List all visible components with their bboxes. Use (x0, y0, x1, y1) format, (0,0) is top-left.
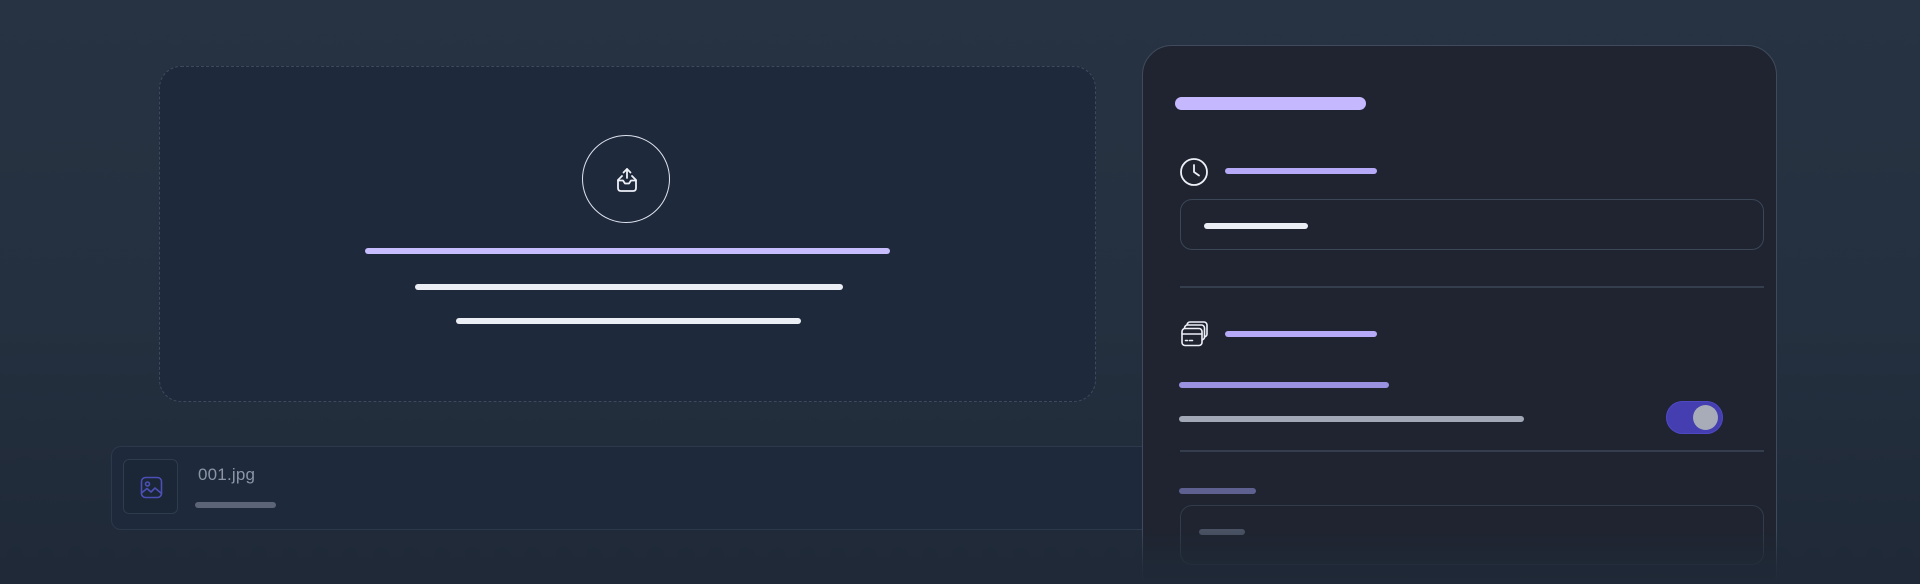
option-title-placeholder (1179, 382, 1389, 388)
cards-section-label-placeholder (1225, 331, 1377, 337)
option-description-placeholder (1179, 416, 1524, 422)
upload-dropzone[interactable] (159, 66, 1096, 402)
clock-icon (1180, 158, 1208, 186)
file-progress-placeholder (195, 502, 276, 508)
time-input-value-placeholder (1204, 223, 1308, 229)
panel-divider-2 (1180, 450, 1764, 452)
toggle-knob (1693, 405, 1718, 430)
second-input-field[interactable] (1180, 505, 1764, 565)
upload-inbox-icon (617, 168, 637, 192)
panel-divider-1 (1180, 286, 1764, 288)
second-input-value-placeholder (1199, 529, 1245, 535)
credit-cards-icon (1181, 321, 1208, 347)
image-icon (140, 476, 163, 499)
settings-panel (1142, 45, 1777, 584)
clock-section-icon (1179, 157, 1209, 187)
upload-button[interactable] (582, 135, 670, 223)
clock-section-label-placeholder (1225, 168, 1377, 174)
dropzone-text-placeholder-1 (415, 284, 843, 290)
option-toggle[interactable] (1666, 401, 1723, 434)
file-thumbnail (123, 459, 178, 514)
file-name: 001.jpg (198, 465, 256, 484)
cards-section-icon (1180, 320, 1210, 350)
panel-title-placeholder (1175, 97, 1366, 110)
section-3-label-placeholder (1179, 488, 1256, 494)
dropzone-title-placeholder (365, 248, 890, 254)
file-row[interactable] (111, 446, 1153, 530)
dropzone-text-placeholder-2 (456, 318, 801, 324)
